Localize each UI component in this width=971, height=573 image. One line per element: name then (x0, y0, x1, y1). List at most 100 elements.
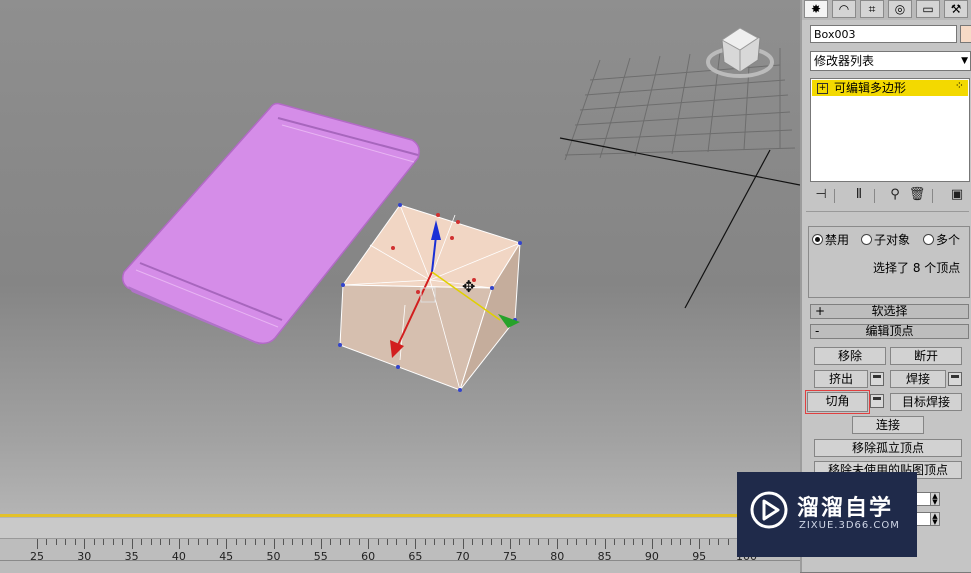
radio-multiple[interactable]: 多个 (923, 231, 960, 248)
object-name-field[interactable]: Box003 (810, 25, 957, 43)
watermark-url: ZIXUE.3D66.COM (799, 520, 900, 531)
hierarchy-icon[interactable]: ⌗ (860, 0, 884, 18)
ruler-minor-tick (689, 539, 691, 545)
spinner-arrows-icon[interactable]: ▲ ▼ (930, 492, 940, 506)
ruler-minor-tick (141, 539, 143, 545)
ruler-minor-tick (311, 539, 313, 545)
ruler-minor-tick (103, 539, 105, 545)
timeline-area: 253035404550556065707580859095100 (0, 518, 800, 573)
radio-subobject[interactable]: 子对象 (861, 231, 910, 248)
ruler-minor-tick (443, 539, 445, 545)
ruler-minor-tick (254, 539, 256, 545)
ruler-tick (604, 539, 606, 549)
ruler-tick (557, 539, 559, 549)
ruler-tick (178, 539, 180, 549)
weld-settings-icon[interactable] (948, 372, 962, 386)
preview-selection-group: 禁用 子对象 多个 选择了 8 个顶点 (808, 226, 970, 298)
ruler-minor-tick (481, 539, 483, 545)
ruler-minor-tick (405, 539, 407, 545)
ruler-minor-tick (339, 539, 341, 545)
ruler-minor-tick (727, 539, 729, 545)
remove-isolated-vertices-button[interactable]: 移除孤立顶点 (814, 439, 962, 457)
stack-item-label: 可编辑多边形 (834, 81, 907, 95)
spinner-arrows-icon[interactable]: ▲ ▼ (930, 512, 940, 526)
ruler-minor-tick (623, 539, 625, 545)
ruler-minor-tick (528, 539, 530, 545)
chamfer-button[interactable]: 切角 (805, 390, 870, 414)
ruler-minor-tick (387, 539, 389, 545)
toolbar-separator (932, 189, 933, 203)
frame-ruler[interactable]: 253035404550556065707580859095100 (0, 538, 800, 563)
ruler-minor-tick (538, 539, 540, 545)
ruler-minor-tick (680, 539, 682, 545)
ruler-minor-tick (453, 539, 455, 545)
ruler-minor-tick (169, 539, 171, 545)
extrude-button[interactable]: 挤出 (814, 370, 868, 388)
ruler-minor-tick (301, 539, 303, 545)
ruler-minor-tick (519, 539, 521, 545)
ruler-minor-tick (55, 539, 57, 545)
rollout-soft-selection[interactable]: + 软选择 (810, 304, 969, 319)
object-color-swatch[interactable] (960, 25, 971, 43)
target-weld-button[interactable]: 目标焊接 (890, 393, 962, 411)
ruler-minor-tick (358, 539, 360, 545)
ruler-minor-tick (424, 539, 426, 545)
light-bulb-icon[interactable]: ⁘ (955, 78, 964, 94)
ruler-tick (320, 539, 322, 549)
ruler-minor-tick (93, 539, 95, 545)
stack-item-editable-poly[interactable]: + 可编辑多边形 ⁘ (812, 78, 968, 96)
ruler-minor-tick (576, 539, 578, 545)
weld-button[interactable]: 焊接 (890, 370, 946, 388)
home-grid (564, 48, 796, 161)
utilities-icon[interactable]: ⚒ (944, 0, 968, 18)
connect-button[interactable]: 连接 (852, 416, 924, 434)
expand-icon[interactable]: + (817, 83, 828, 94)
remove-modifier-icon[interactable]: 🗑 (908, 186, 926, 204)
pin-stack-icon[interactable]: ⊣ (812, 186, 830, 204)
ruler-minor-tick (377, 539, 379, 545)
ruler-minor-tick (434, 539, 436, 545)
ruler-minor-tick (585, 539, 587, 545)
rollout-edit-vertices[interactable]: - 编辑顶点 (810, 324, 969, 339)
ruler-minor-tick (74, 539, 76, 545)
ruler-minor-tick (595, 539, 597, 545)
ruler-minor-tick (150, 539, 152, 545)
ruler-tick (651, 539, 653, 549)
modifier-list-label: 修改器列表 (814, 54, 875, 68)
radio-label: 禁用 (825, 233, 850, 247)
ruler-tick (131, 539, 133, 549)
motion-icon[interactable]: ◎ (888, 0, 912, 18)
display-icon[interactable]: ▭ (916, 0, 940, 18)
create-icon[interactable]: ✸ (804, 0, 828, 18)
modifier-list-dropdown[interactable]: 修改器列表 ▼ (810, 51, 971, 71)
extrude-settings-icon[interactable] (870, 372, 884, 386)
viewport-scene: ✥ (121, 27, 800, 392)
ruler-minor-tick (632, 539, 634, 545)
rollout-title: 编辑顶点 (865, 324, 914, 338)
configure-sets-icon[interactable]: ▣ (948, 186, 966, 204)
divider (806, 211, 969, 212)
perspective-viewport[interactable]: ✥ (0, 0, 800, 518)
svg-text:✥: ✥ (462, 277, 475, 296)
ruler-minor-tick (472, 539, 474, 545)
watermark-logo: 溜溜自学 ZIXUE.3D66.COM (737, 472, 917, 557)
break-button[interactable]: 断开 (890, 347, 962, 365)
show-end-result-icon[interactable]: Ⅱ (850, 186, 868, 204)
modifier-stack[interactable]: + 可编辑多边形 ⁘ (810, 78, 970, 182)
chamfer-settings-icon[interactable] (870, 394, 884, 408)
modify-icon[interactable]: ◠ (832, 0, 856, 18)
box003-object[interactable] (338, 203, 522, 392)
radio-dot-icon (812, 234, 823, 245)
chevron-down-icon: ▼ (961, 56, 968, 66)
ruler-minor-tick (207, 539, 209, 545)
ruler-minor-tick (292, 539, 294, 545)
remove-button[interactable]: 移除 (814, 347, 886, 365)
make-unique-icon[interactable]: ⚲ (886, 186, 904, 204)
ruler-minor-tick (642, 539, 644, 545)
radio-disabled[interactable]: 禁用 (812, 231, 849, 248)
ruler-tick (226, 539, 228, 549)
ruler-minor-tick (245, 539, 247, 545)
ruler-tick (273, 539, 275, 549)
ruler-tick (37, 539, 38, 549)
ruler-minor-tick (216, 539, 218, 545)
